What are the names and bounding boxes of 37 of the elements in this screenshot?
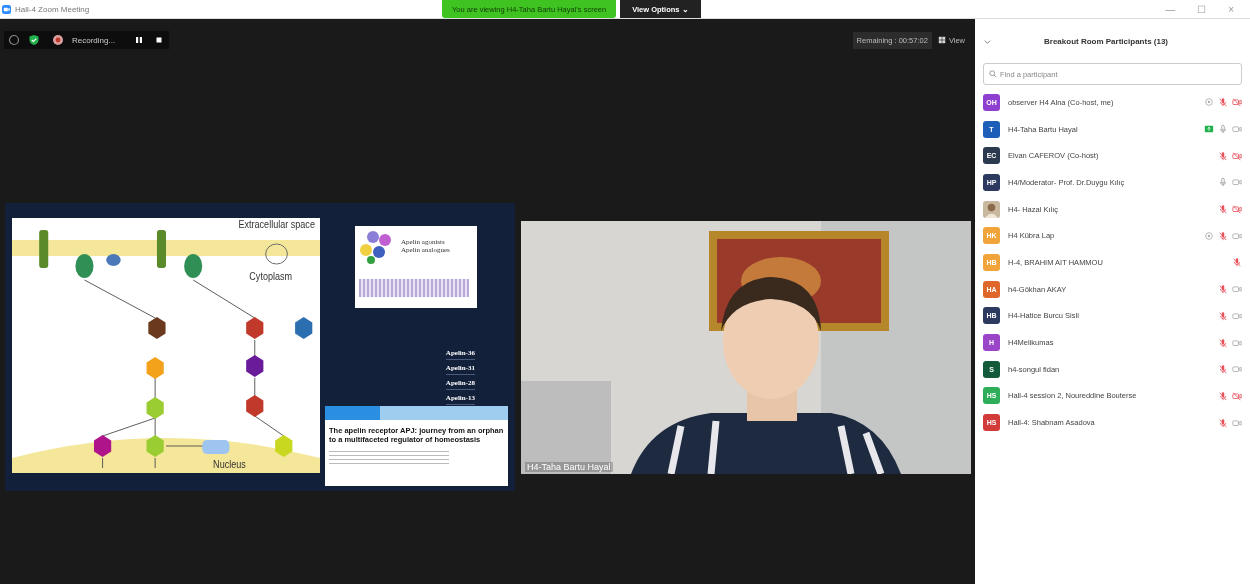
window-title: Hall-4 Zoom Meeting bbox=[15, 4, 90, 14]
muted-mic-icon[interactable] bbox=[1218, 364, 1228, 375]
search-icon bbox=[989, 70, 997, 78]
participant-name-label: H4-Taha Bartu Hayal bbox=[525, 461, 613, 472]
muted-mic-icon[interactable] bbox=[1218, 417, 1228, 428]
video-camera-icon[interactable] bbox=[1232, 124, 1242, 135]
record-icon bbox=[52, 34, 64, 46]
muted-mic-icon[interactable] bbox=[1218, 284, 1228, 295]
muted-mic-icon[interactable] bbox=[1218, 337, 1228, 348]
video-off-icon[interactable] bbox=[1232, 390, 1242, 401]
video-camera-icon[interactable] bbox=[1232, 177, 1242, 188]
diagram-label: Extracellular space bbox=[238, 218, 315, 231]
diagram-label: Cytoplasm bbox=[249, 270, 293, 283]
recording-status: Recording... bbox=[72, 35, 116, 45]
video-camera-icon[interactable] bbox=[1232, 310, 1242, 321]
info-icon[interactable] bbox=[8, 34, 20, 46]
video-off-icon[interactable] bbox=[1232, 204, 1242, 215]
video-off-icon[interactable] bbox=[1232, 150, 1242, 161]
panel-title: Breakout Room Participants (13) bbox=[1044, 36, 1169, 46]
video-camera-icon[interactable] bbox=[1232, 284, 1242, 295]
muted-mic-icon[interactable] bbox=[1218, 310, 1228, 321]
muted-mic-icon[interactable] bbox=[1218, 230, 1228, 241]
muted-mic-icon[interactable] bbox=[1218, 204, 1228, 215]
mic-icon[interactable] bbox=[1218, 177, 1228, 188]
muted-mic-icon[interactable] bbox=[1218, 150, 1228, 161]
video-off-icon[interactable] bbox=[1232, 97, 1242, 108]
mic-icon[interactable] bbox=[1218, 124, 1228, 135]
video-camera-icon[interactable] bbox=[1232, 337, 1242, 348]
video-camera-icon[interactable] bbox=[1232, 230, 1242, 241]
shield-icon[interactable] bbox=[28, 34, 40, 46]
diagram-label: Nucleus bbox=[213, 458, 246, 471]
video-camera-icon[interactable] bbox=[1232, 417, 1242, 428]
video-camera-icon[interactable] bbox=[1232, 364, 1242, 375]
grid-icon bbox=[937, 36, 946, 44]
muted-mic-icon[interactable] bbox=[1218, 97, 1228, 108]
muted-mic-icon[interactable] bbox=[1218, 390, 1228, 401]
muted-mic-icon[interactable] bbox=[1232, 257, 1242, 268]
